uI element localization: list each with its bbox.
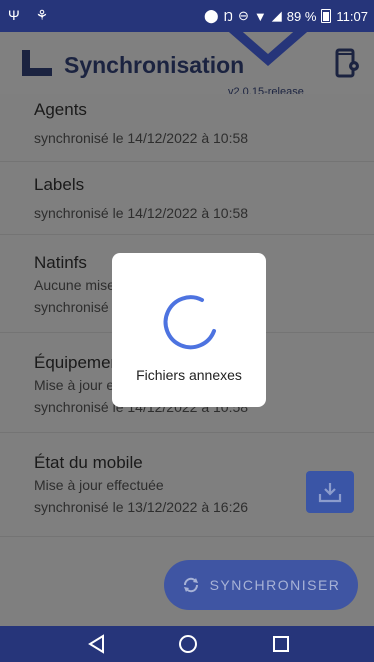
app-logo-icon <box>22 50 52 76</box>
sync-icon <box>183 577 198 593</box>
status-bar-right: ⬤ Ŋ ⊖ ▼ ◢ 89 % 11:07 <box>204 8 368 24</box>
location-icon: ⬤ <box>204 8 219 23</box>
wifi-icon: ▼ <box>253 8 267 24</box>
app-version: v2.0.15-release <box>228 86 304 94</box>
page-title: Synchronisation <box>64 52 245 78</box>
loading-dialog: Fichiers annexes <box>112 253 266 407</box>
synchronise-label: SYNCHRONISER <box>209 577 341 593</box>
item-name: Labels <box>34 175 85 194</box>
item-name: État du mobile <box>34 453 143 472</box>
loading-label: Fichiers annexes <box>136 367 242 383</box>
battery-icon <box>321 9 332 23</box>
download-button[interactable] <box>306 471 354 513</box>
list-item: Labels synchronisé le 14/12/2022 à 10:58 <box>0 162 374 235</box>
clock: 11:07 <box>336 8 368 24</box>
app-header: Synchronisation v2.0.15-release <box>0 32 374 94</box>
signal-icon: ◢ <box>271 8 282 23</box>
item-status: synchronisé le 14/12/2022 à 10:58 <box>34 130 249 146</box>
usb-notification-icons: Ψ ⚘ <box>8 7 55 23</box>
battery-text: 89 % <box>286 8 317 24</box>
nfc-icon: Ŋ <box>223 8 233 24</box>
synchronise-button[interactable]: SYNCHRONISER <box>164 560 358 610</box>
download-icon <box>318 483 342 503</box>
item-status: synchronisé le 14/12/2022 à 10:58 <box>34 205 249 221</box>
item-name: Agents <box>34 100 87 119</box>
do-not-disturb-icon: ⊖ <box>238 8 249 23</box>
home-icon[interactable] <box>178 634 198 654</box>
loading-spinner-icon <box>163 295 216 350</box>
status-bar: Ψ ⚘ ⬤ Ŋ ⊖ ▼ ◢ 89 % 11:07 <box>0 0 374 32</box>
list-item: Agents synchronisé le 14/12/2022 à 10:58 <box>0 94 374 162</box>
list-item: État du mobile Mise à jour effectuée syn… <box>0 433 374 537</box>
device-settings-icon[interactable] <box>334 48 360 80</box>
recents-icon[interactable] <box>272 634 290 654</box>
back-icon[interactable] <box>88 634 106 654</box>
navigation-bar <box>0 626 374 662</box>
